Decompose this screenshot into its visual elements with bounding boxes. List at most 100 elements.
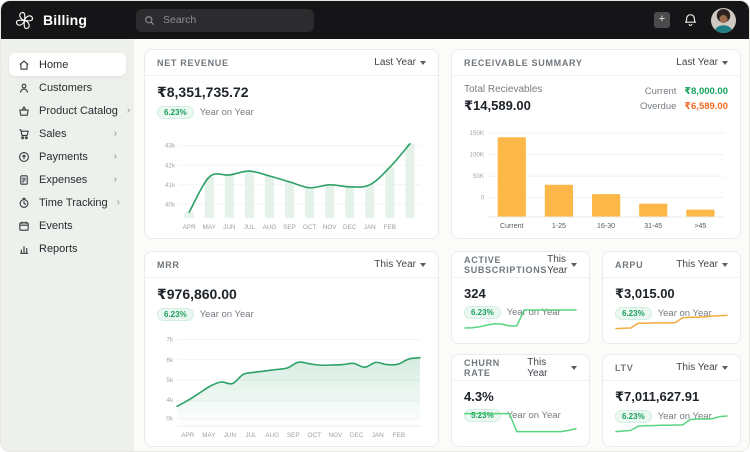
svg-text:OCT: OCT [303,224,317,231]
mrr-card: MRR This Year ₹976,860.00 6.23% Year on … [144,251,439,447]
sidebar-item-expenses[interactable]: Expenses › [9,169,126,191]
sidebar-item-reports[interactable]: Reports [9,238,126,260]
chevron-right-icon: › [127,106,130,116]
active-subscriptions-value: 324 [464,286,577,301]
svg-text:40k: 40k [165,201,176,208]
current-value: ₹8,000.00 [684,84,728,99]
total-receivables-value: ₹14,589.00 [464,98,542,114]
svg-text:APR: APR [183,224,196,231]
chevron-down-icon [722,366,728,370]
topbar: Billing + [1,1,749,39]
period-dropdown[interactable]: Last Year [374,57,426,68]
chevron-right-icon: › [114,129,117,139]
period-dropdown[interactable]: This Year [527,357,577,379]
svg-text:OCT: OCT [308,432,322,439]
sidebar-item-sales[interactable]: Sales › [9,123,126,145]
net-revenue-chart: 43k42k41k40kAPRMAYJUNJULAUGSEPOCTNOVDECJ… [155,130,428,232]
period-dropdown[interactable]: This Year [676,362,728,373]
search-icon [144,15,155,26]
chevron-right-icon: › [117,198,120,208]
svg-text:4k: 4k [166,397,174,404]
dashboard-main: NET REVENUE Last Year ₹8,351,735.72 6.23… [134,39,749,451]
sidebar-item-home[interactable]: Home [9,53,126,76]
card-title: MRR [157,260,180,270]
sidebar-item-label: Payments [39,151,88,163]
product-catalog-icon [18,105,30,117]
customers-icon [18,82,30,94]
card-title: LTV [615,363,633,373]
arpu-card: ARPU This Year ₹3,015.00 6.23% Year on Y… [602,251,741,344]
card-header: ACTIVE SUBSCRIPTIONS This Year [452,252,589,278]
svg-text:MAY: MAY [203,224,217,231]
growth-badge: 6.23% [157,308,194,321]
arpu-value: ₹3,015.00 [615,286,728,302]
quick-add-button[interactable]: + [654,12,670,28]
expenses-icon [18,174,30,186]
chevron-down-icon [420,263,426,267]
net-revenue-value: ₹8,351,735.72 [157,84,426,101]
receivable-totals: Total Recievables ₹14,589.00 Current ₹8,0… [452,76,740,114]
svg-text:0k: 0k [166,416,174,423]
card-header: RECEIVABLE SUMMARY Last Year [452,50,740,76]
svg-text:41k: 41k [165,182,176,189]
card-body: ₹8,351,735.72 6.23% Year on Year [145,76,438,119]
badge-caption: Year on Year [200,309,254,320]
svg-text:42k: 42k [165,162,176,169]
chevron-right-icon: › [114,152,117,162]
svg-text:AUG: AUG [263,224,277,231]
svg-text:1-25: 1-25 [552,223,566,230]
total-receivables-label: Total Recievables [464,84,542,95]
svg-text:SEP: SEP [283,224,296,231]
notifications-bell-icon[interactable] [683,13,698,28]
period-dropdown[interactable]: Last Year [676,57,728,68]
svg-text:>45: >45 [694,223,706,230]
churn-rate-card: CHURN RATE This Year 4.3% 5.23% Year on … [451,354,590,447]
svg-text:FEB: FEB [393,432,405,439]
receivable-aging-chart: 150K100K50K0Current1-2516-3031-45>45 [462,128,730,232]
app-title: Billing [43,12,87,28]
svg-text:MAY: MAY [202,432,216,439]
sidebar-item-customers[interactable]: Customers [9,77,126,99]
period-dropdown[interactable]: This Year [547,254,577,276]
sidebar-item-label: Time Tracking [39,197,108,209]
ltv-sparkline [614,405,729,439]
user-avatar[interactable] [711,8,736,33]
card-header: NET REVENUE Last Year [145,50,438,76]
card-title: NET REVENUE [157,58,229,68]
search-bar[interactable] [136,9,314,32]
current-label: Current [645,84,677,99]
sidebar-item-payments[interactable]: Payments › [9,146,126,168]
svg-text:NOV: NOV [323,224,338,231]
sidebar-item-label: Reports [39,243,78,255]
sidebar-item-product-catalog[interactable]: Product Catalog › [9,100,126,122]
sidebar-item-time-tracking[interactable]: Time Tracking › [9,192,126,214]
sidebar-item-events[interactable]: Events [9,215,126,237]
card-title: RECEIVABLE SUMMARY [464,58,583,68]
svg-text:JAN: JAN [364,224,376,231]
badge-caption: Year on Year [200,107,254,118]
period-dropdown[interactable]: This Year [676,259,728,270]
billing-app-window: Billing + Home [0,0,750,452]
search-input[interactable] [161,13,306,27]
card-title: ACTIVE SUBSCRIPTIONS [464,255,547,275]
mrr-chart: 7k6k5k4k0kAPRMAYJUNJULAUGSEPOCTNOVDECJAN… [155,328,428,440]
card-header: ARPU This Year [603,252,740,278]
sidebar: Home Customers Product Catalog › Sales ›… [1,39,134,451]
net-revenue-card: NET REVENUE Last Year ₹8,351,735.72 6.23… [144,49,439,239]
chevron-down-icon [722,61,728,65]
card-title: CHURN RATE [464,358,527,378]
svg-text:NOV: NOV [329,432,344,439]
card-header: CHURN RATE This Year [452,355,589,381]
svg-text:5k: 5k [166,377,174,384]
svg-text:JUN: JUN [224,432,237,439]
mrr-value: ₹976,860.00 [157,286,426,303]
chevron-down-icon [420,61,426,65]
ltv-value: ₹7,011,627.91 [615,389,728,405]
chevron-down-icon [722,263,728,267]
period-dropdown[interactable]: This Year [374,259,426,270]
sidebar-item-label: Customers [39,82,92,94]
svg-text:7k: 7k [166,337,174,344]
home-icon [18,59,30,71]
svg-text:0: 0 [481,195,485,202]
svg-text:JUL: JUL [245,432,257,439]
